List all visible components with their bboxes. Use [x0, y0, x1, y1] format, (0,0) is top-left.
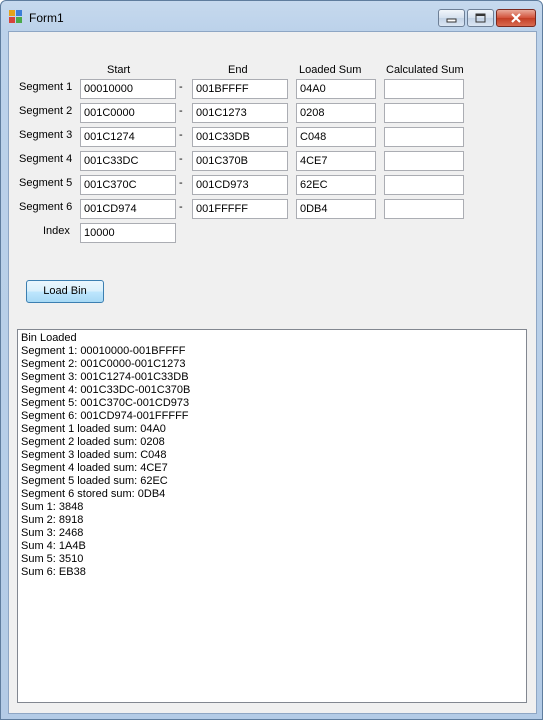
index-field[interactable]	[80, 223, 176, 243]
log-line: Sum 4: 1A4B	[21, 540, 86, 552]
range-separator: -	[179, 153, 183, 165]
log-line: Segment 1 loaded sum: 04A0	[21, 423, 166, 435]
app-icon	[9, 10, 23, 24]
segment-label: Segment 3	[19, 129, 73, 141]
log-line: Segment 5 loaded sum: 62EC	[21, 475, 168, 487]
segment-6-start-field[interactable]	[80, 199, 176, 219]
window-title: Form1	[29, 11, 64, 25]
segment-3-loaded-sum-field[interactable]	[296, 127, 376, 147]
segment-2-end-field[interactable]	[192, 103, 288, 123]
range-separator: -	[179, 201, 183, 213]
log-line: Segment 3: 001C1274-001C33DB	[21, 371, 189, 383]
segment-3-start-field[interactable]	[80, 127, 176, 147]
maximize-icon	[475, 13, 486, 23]
segment-1-loaded-sum-field[interactable]	[296, 79, 376, 99]
segment-3-end-field[interactable]	[192, 127, 288, 147]
log-line: Segment 2 loaded sum: 0208	[21, 436, 165, 448]
log-line: Sum 2: 8918	[21, 514, 84, 526]
segment-6-loaded-sum-field[interactable]	[296, 199, 376, 219]
header-calculated-sum: Calculated Sum	[386, 64, 464, 76]
segment-5-loaded-sum-field[interactable]	[296, 175, 376, 195]
range-separator: -	[179, 105, 183, 117]
header-end: End	[228, 64, 248, 76]
segment-2-loaded-sum-field[interactable]	[296, 103, 376, 123]
segment-4-end-field[interactable]	[192, 151, 288, 171]
log-line: Segment 4 loaded sum: 4CE7	[21, 462, 168, 474]
log-line: Bin Loaded	[21, 332, 77, 344]
log-line: Segment 1: 00010000-001BFFFF	[21, 345, 186, 357]
segment-1-end-field[interactable]	[192, 79, 288, 99]
segment-4-loaded-sum-field[interactable]	[296, 151, 376, 171]
segment-4-calculated-sum-field[interactable]	[384, 151, 464, 171]
segment-5-calculated-sum-field[interactable]	[384, 175, 464, 195]
log-line: Sum 5: 3510	[21, 553, 84, 565]
range-separator: -	[179, 177, 183, 189]
segment-5-end-field[interactable]	[192, 175, 288, 195]
segment-2-calculated-sum-field[interactable]	[384, 103, 464, 123]
segment-label: Segment 4	[19, 153, 73, 165]
range-separator: -	[179, 81, 183, 93]
maximize-button[interactable]	[467, 9, 494, 27]
minimize-icon	[446, 18, 457, 23]
log-line: Segment 4: 001C33DC-001C370B	[21, 384, 191, 396]
header-loaded-sum: Loaded Sum	[299, 64, 362, 76]
segment-label: Segment 5	[19, 177, 73, 189]
index-label: Index	[43, 225, 70, 237]
log-line: Sum 1: 3848	[21, 501, 84, 513]
app-window: Form1 Start End Loaded Sum Calculated Su…	[0, 0, 543, 720]
load-bin-button[interactable]: Load Bin	[26, 280, 104, 303]
close-icon	[511, 13, 521, 23]
segment-4-start-field[interactable]	[80, 151, 176, 171]
segment-label: Segment 6	[19, 201, 73, 213]
header-start: Start	[107, 64, 131, 76]
segment-2-start-field[interactable]	[80, 103, 176, 123]
segment-1-calculated-sum-field[interactable]	[384, 79, 464, 99]
log-line: Segment 2: 001C0000-001C1273	[21, 358, 186, 370]
log-line: Segment 6 stored sum: 0DB4	[21, 488, 166, 500]
segment-3-calculated-sum-field[interactable]	[384, 127, 464, 147]
log-line: Segment 3 loaded sum: C048	[21, 449, 167, 461]
output-log[interactable]: Bin Loaded Segment 1: 00010000-001BFFFF Se…	[17, 329, 527, 703]
segment-label: Segment 2	[19, 105, 73, 117]
minimize-button[interactable]	[438, 9, 465, 27]
segment-5-start-field[interactable]	[80, 175, 176, 195]
segment-6-end-field[interactable]	[192, 199, 288, 219]
segment-6-calculated-sum-field[interactable]	[384, 199, 464, 219]
log-line: Segment 5: 001C370C-001CD973	[21, 397, 190, 409]
log-line: Sum 6: EB38	[21, 566, 86, 578]
range-separator: -	[179, 129, 183, 141]
segment-1-start-field[interactable]	[80, 79, 176, 99]
close-button[interactable]	[496, 9, 536, 27]
title-bar[interactable]: Form1	[1, 1, 542, 31]
log-line: Segment 6: 001CD974-001FFFFF	[21, 410, 189, 422]
log-line: Sum 3: 2468	[21, 527, 84, 539]
form-client-area: Start End Loaded Sum Calculated Sum Segm…	[8, 31, 537, 714]
segment-label: Segment 1	[19, 81, 73, 93]
